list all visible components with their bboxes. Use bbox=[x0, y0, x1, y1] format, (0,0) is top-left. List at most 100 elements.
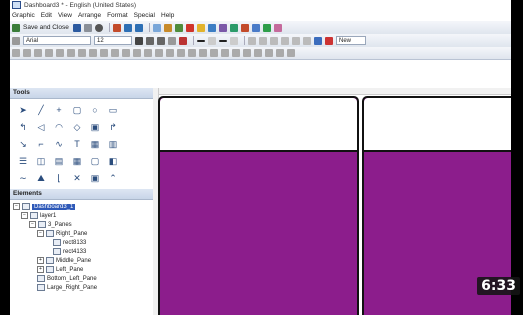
tree-node-dashboard[interactable]: − Dashboard3_1 bbox=[10, 203, 153, 212]
layer-icon[interactable] bbox=[314, 36, 322, 45]
underline-icon[interactable] bbox=[157, 36, 165, 45]
arc-tool-icon[interactable]: ◠ bbox=[52, 120, 66, 134]
bring-front-icon[interactable] bbox=[240, 23, 249, 32]
style-icon[interactable] bbox=[12, 36, 20, 45]
symbol-tool-icon[interactable]: ✕ bbox=[70, 171, 84, 185]
shape-icon[interactable] bbox=[166, 49, 174, 57]
copy-icon[interactable] bbox=[163, 23, 172, 32]
preview-icon[interactable] bbox=[273, 23, 282, 32]
shape-icon[interactable] bbox=[23, 49, 31, 57]
area-tool-icon[interactable]: ⛰ bbox=[34, 171, 48, 185]
list-tool-icon[interactable]: ☰ bbox=[16, 154, 30, 168]
shape-icon[interactable] bbox=[221, 49, 229, 57]
trend-tool-icon[interactable]: ▤ bbox=[52, 154, 66, 168]
shape-icon[interactable] bbox=[144, 49, 152, 57]
delete-icon[interactable] bbox=[185, 23, 194, 32]
collapse-icon[interactable]: − bbox=[21, 212, 28, 219]
save-icon[interactable] bbox=[72, 23, 81, 32]
shape-icon[interactable] bbox=[210, 49, 218, 57]
import-icon[interactable] bbox=[112, 23, 121, 32]
shape-icon[interactable] bbox=[12, 49, 20, 57]
line-weight-icon[interactable] bbox=[219, 39, 227, 42]
bezier-tool-icon[interactable]: ∿ bbox=[52, 137, 66, 151]
step-tool-icon[interactable]: ⌊ bbox=[52, 171, 66, 185]
menu-edit[interactable]: Edit bbox=[41, 12, 52, 19]
shape-icon[interactable] bbox=[111, 49, 119, 57]
menu-format[interactable]: Format bbox=[107, 12, 128, 19]
chart-tool-icon[interactable]: ▥ bbox=[106, 137, 120, 151]
left-pane-shape[interactable] bbox=[158, 96, 359, 315]
paste-icon[interactable] bbox=[174, 23, 183, 32]
shape-icon[interactable] bbox=[67, 49, 75, 57]
tree-node-panes[interactable]: − 3_Panes bbox=[10, 221, 153, 230]
align-right-icon[interactable] bbox=[270, 36, 278, 45]
rectangle-tool-icon[interactable]: ▢ bbox=[70, 103, 84, 117]
marker-icon[interactable] bbox=[325, 36, 333, 45]
polyline-tool-icon[interactable]: ↰ bbox=[16, 120, 30, 134]
ungroup-icon[interactable] bbox=[207, 23, 216, 32]
shape-icon[interactable] bbox=[177, 49, 185, 57]
cut-icon[interactable] bbox=[152, 23, 161, 32]
shape-icon[interactable] bbox=[276, 49, 284, 57]
shape-icon[interactable] bbox=[45, 49, 53, 57]
shape-icon[interactable] bbox=[122, 49, 130, 57]
distribute-icon[interactable] bbox=[229, 23, 238, 32]
tree-node-right-pane[interactable]: − Right_Pane bbox=[10, 230, 153, 239]
shape-icon[interactable] bbox=[254, 49, 262, 57]
grid-tool-icon[interactable]: ▦ bbox=[70, 154, 84, 168]
outdent-icon[interactable] bbox=[303, 36, 311, 45]
italic-icon[interactable] bbox=[146, 36, 154, 45]
pane-header-rect[interactable] bbox=[160, 98, 357, 152]
image-tool-icon[interactable]: ▣ bbox=[88, 120, 102, 134]
pointer-tool-icon[interactable]: ➤ bbox=[16, 103, 30, 117]
strike-icon[interactable] bbox=[168, 36, 176, 45]
shadow-icon[interactable] bbox=[230, 36, 238, 45]
plot-tool-icon[interactable]: ⌃ bbox=[106, 171, 120, 185]
drawing-canvas[interactable] bbox=[153, 88, 511, 315]
ellipse-tool-icon[interactable]: ○ bbox=[88, 103, 102, 117]
group-icon[interactable] bbox=[196, 23, 205, 32]
shape-icon[interactable] bbox=[265, 49, 273, 57]
settings-icon[interactable] bbox=[94, 23, 103, 32]
tree-node-middle-pane[interactable]: + Middle_Pane bbox=[10, 257, 153, 266]
text-tool-icon[interactable]: T bbox=[70, 137, 84, 151]
collapse-icon[interactable]: − bbox=[13, 203, 20, 210]
button-tool-icon[interactable]: ▢ bbox=[88, 154, 102, 168]
freeform-tool-icon[interactable]: ◇ bbox=[70, 120, 84, 134]
gauge-tool-icon[interactable]: ◫ bbox=[34, 154, 48, 168]
picture-tool-icon[interactable]: ▣ bbox=[88, 171, 102, 185]
shape-icon[interactable] bbox=[155, 49, 163, 57]
rounded-rect-tool-icon[interactable]: ▭ bbox=[106, 103, 120, 117]
shape-icon[interactable] bbox=[243, 49, 251, 57]
menu-arrange[interactable]: Arrange bbox=[78, 12, 101, 19]
tree-node-rect1[interactable]: rect8133 bbox=[10, 239, 153, 248]
tree-node-layer[interactable]: − layer1 bbox=[10, 212, 153, 221]
undo-icon[interactable] bbox=[123, 23, 132, 32]
shape-icon[interactable] bbox=[89, 49, 97, 57]
shape-icon[interactable] bbox=[287, 49, 295, 57]
menu-view[interactable]: View bbox=[58, 12, 72, 19]
shape-icon[interactable] bbox=[232, 49, 240, 57]
list-icon[interactable] bbox=[281, 36, 289, 45]
shape-icon[interactable] bbox=[133, 49, 141, 57]
new-select[interactable]: New bbox=[336, 36, 366, 45]
crosshair-tool-icon[interactable]: + bbox=[52, 103, 66, 117]
bold-icon[interactable] bbox=[135, 36, 143, 45]
connector-tool-icon[interactable]: ↘ bbox=[16, 137, 30, 151]
save-close-icon[interactable] bbox=[12, 23, 20, 32]
save-close-button[interactable]: Save and Close bbox=[23, 24, 69, 31]
shape-icon[interactable] bbox=[100, 49, 108, 57]
pane-header-rect[interactable] bbox=[364, 98, 511, 152]
line-color-icon[interactable] bbox=[197, 39, 205, 42]
expand-icon[interactable]: + bbox=[37, 257, 44, 264]
expand-icon[interactable]: + bbox=[37, 266, 44, 273]
shape-icon[interactable] bbox=[78, 49, 86, 57]
align-left-icon[interactable] bbox=[248, 36, 256, 45]
tree-node-rect2[interactable]: rect4133 bbox=[10, 248, 153, 257]
print-icon[interactable] bbox=[83, 23, 92, 32]
tree-node-bottom-left-pane[interactable]: Bottom_Left_Pane bbox=[10, 275, 153, 284]
table-tool-icon[interactable]: ▦ bbox=[88, 137, 102, 151]
menu-special[interactable]: Special bbox=[134, 12, 155, 19]
fill-color-icon[interactable] bbox=[208, 36, 216, 45]
align-icon[interactable] bbox=[218, 23, 227, 32]
